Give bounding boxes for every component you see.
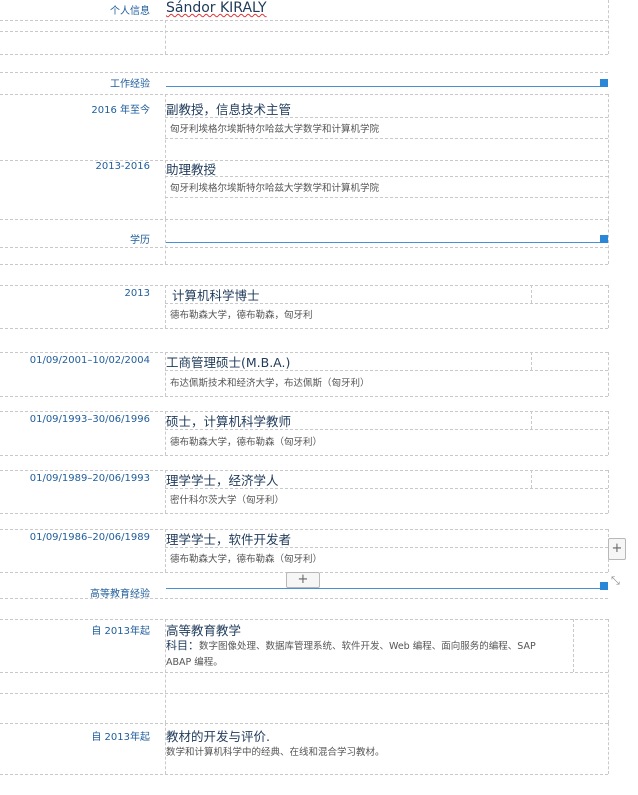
work-date: 2016 年至今 bbox=[91, 105, 150, 116]
divider bbox=[0, 396, 608, 397]
section-rule bbox=[166, 86, 606, 87]
divider bbox=[165, 94, 166, 219]
divider bbox=[608, 723, 609, 774]
divider bbox=[165, 176, 608, 177]
divider bbox=[165, 219, 166, 264]
edu-school[interactable]: 布达佩斯技术和经济大学，布达佩斯（匈牙利） bbox=[170, 375, 370, 389]
resize-corner-icon[interactable]: ⤡ bbox=[611, 574, 620, 588]
divider bbox=[608, 0, 609, 54]
divider bbox=[165, 488, 608, 489]
divider bbox=[0, 352, 608, 353]
edu-degree[interactable]: 理学学士，经济学人 bbox=[166, 470, 279, 489]
edu-date: 01/09/1989–20/06/1993 bbox=[29, 473, 150, 484]
divider bbox=[165, 411, 166, 455]
edu-date: 01/09/1986–20/06/1989 bbox=[29, 532, 150, 543]
subjects-text-cont: ABAP 编程。 bbox=[166, 657, 223, 668]
teaching-date: 自 2013年起 bbox=[91, 626, 150, 637]
divider bbox=[165, 547, 608, 548]
divider bbox=[0, 529, 608, 530]
divider bbox=[165, 723, 166, 774]
divider bbox=[608, 285, 609, 328]
divider bbox=[165, 285, 166, 328]
divider bbox=[0, 598, 608, 599]
divider bbox=[608, 94, 609, 219]
divider bbox=[0, 219, 608, 220]
divider bbox=[0, 247, 608, 248]
section-rule bbox=[166, 242, 606, 243]
divider bbox=[0, 693, 608, 694]
divider bbox=[0, 20, 608, 21]
subjects-text: 数字图像处理、数据库管理系统、软件开发、Web 编程、面向服务的编程、SAP bbox=[199, 641, 536, 652]
section-label-work: 工作经验 bbox=[110, 79, 150, 90]
subjects-prefix: 科目： bbox=[166, 639, 199, 652]
edu-date: 01/09/2001–10/02/2004 bbox=[29, 355, 150, 366]
divider bbox=[531, 352, 532, 370]
divider bbox=[0, 264, 608, 265]
work-date: 2013-2016 bbox=[95, 161, 150, 172]
divider bbox=[165, 138, 608, 139]
edu-degree[interactable]: 计算机科学博士 bbox=[172, 285, 260, 304]
work-org[interactable]: 匈牙利埃格尔埃斯特尔哈兹大学数学和计算机学院 bbox=[170, 180, 379, 194]
work-org[interactable]: 匈牙利埃格尔埃斯特尔哈兹大学数学和计算机学院 bbox=[170, 121, 379, 135]
edu-degree[interactable]: 工商管理硕士(M.B.A.) bbox=[166, 352, 290, 371]
edu-date: 2013 bbox=[124, 288, 150, 299]
divider bbox=[165, 197, 608, 198]
divider bbox=[165, 529, 166, 572]
teaching-date: 自 2013年起 bbox=[91, 732, 150, 743]
divider bbox=[165, 20, 166, 54]
section-rule bbox=[166, 588, 606, 589]
divider bbox=[0, 411, 608, 412]
divider bbox=[531, 470, 532, 488]
divider bbox=[531, 411, 532, 429]
resize-handle[interactable] bbox=[600, 235, 608, 243]
divider bbox=[165, 370, 608, 371]
divider bbox=[0, 31, 608, 32]
edu-school[interactable]: 德布勒森大学，德布勒森，匈牙利 bbox=[170, 307, 313, 321]
divider bbox=[608, 619, 609, 723]
edu-date: 01/09/1993–30/06/1996 bbox=[29, 414, 150, 425]
divider bbox=[0, 94, 608, 95]
divider bbox=[165, 470, 166, 513]
teaching-subjects[interactable]: 科目：数字图像处理、数据库管理系统、软件开发、Web 编程、面向服务的编程、SA… bbox=[166, 638, 566, 671]
divider bbox=[165, 619, 166, 723]
edu-school[interactable]: 密什科尔茨大学（匈牙利） bbox=[170, 492, 284, 506]
divider bbox=[531, 285, 532, 303]
section-label-education: 学历 bbox=[130, 235, 150, 246]
section-label-personal: 个人信息 bbox=[110, 6, 150, 17]
edu-degree[interactable]: 理学学士，软件开发者 bbox=[166, 529, 291, 548]
divider bbox=[0, 285, 608, 286]
teaching-title[interactable]: 教材的开发与评价. bbox=[166, 726, 270, 745]
divider bbox=[608, 352, 609, 396]
divider bbox=[0, 672, 608, 673]
person-name[interactable]: Sándor KIRALY bbox=[166, 0, 267, 16]
teaching-desc[interactable]: 数学和计算机科学中的经典、在线和混合学习教材。 bbox=[166, 744, 385, 758]
divider bbox=[0, 723, 608, 724]
divider bbox=[165, 117, 608, 118]
divider bbox=[165, 303, 608, 304]
add-row-button[interactable]: + bbox=[608, 538, 626, 560]
divider bbox=[0, 54, 608, 55]
add-section-button[interactable]: + bbox=[286, 572, 320, 588]
teaching-title[interactable]: 高等教育教学 bbox=[166, 620, 241, 639]
divider bbox=[0, 328, 608, 329]
divider bbox=[0, 774, 608, 775]
divider bbox=[0, 455, 608, 456]
divider bbox=[608, 470, 609, 513]
divider bbox=[165, 352, 166, 396]
resize-handle[interactable] bbox=[600, 582, 608, 590]
divider bbox=[0, 619, 608, 620]
edu-school[interactable]: 德布勒森大学，德布勒森（匈牙利） bbox=[170, 434, 322, 448]
edu-degree[interactable]: 硕士，计算机科学教师 bbox=[166, 411, 291, 430]
divider bbox=[0, 513, 608, 514]
divider bbox=[0, 470, 608, 471]
divider bbox=[165, 429, 608, 430]
resize-handle[interactable] bbox=[600, 79, 608, 87]
divider bbox=[0, 72, 608, 73]
divider bbox=[608, 219, 609, 264]
edu-school[interactable]: 德布勒森大学，德布勒森（匈牙利） bbox=[170, 551, 322, 565]
divider bbox=[573, 619, 574, 672]
divider bbox=[608, 411, 609, 455]
work-title[interactable]: 副教授，信息技术主管 bbox=[166, 99, 291, 118]
